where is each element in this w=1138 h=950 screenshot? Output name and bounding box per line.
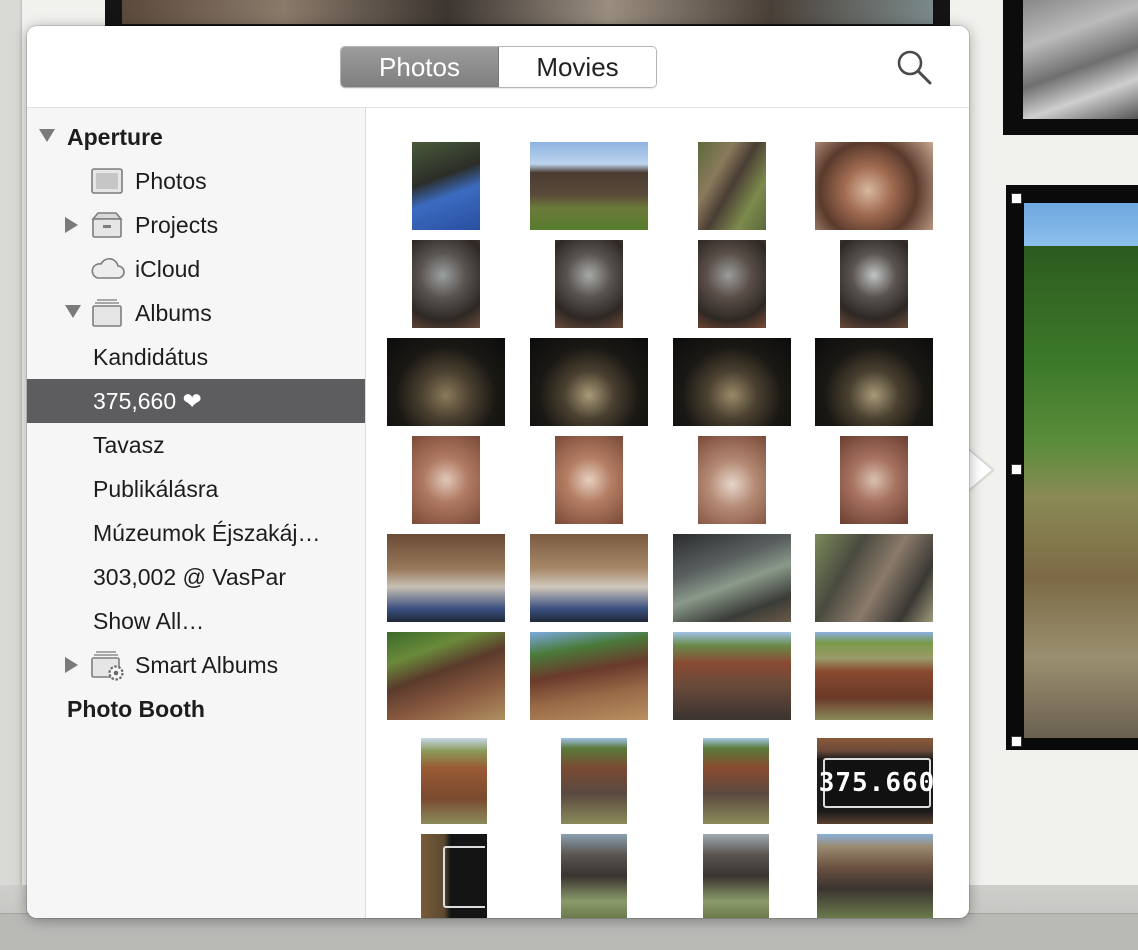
projects-box-icon	[90, 210, 124, 240]
sidebar-section-photo-booth[interactable]: Photo Booth	[27, 687, 365, 731]
photo-thumbnail[interactable]	[815, 142, 933, 230]
photo-thumbnail[interactable]	[840, 436, 908, 524]
photo-thumbnail[interactable]	[698, 142, 766, 230]
resize-handle-middle-left[interactable]	[1011, 464, 1022, 475]
disclosure-collapsed-icon[interactable]	[65, 217, 81, 233]
photo-thumbnail[interactable]	[530, 142, 648, 230]
photo-thumbnail[interactable]	[387, 534, 505, 622]
photo-thumbnail[interactable]	[815, 632, 933, 720]
photo-thumbnail[interactable]	[555, 240, 623, 328]
resize-handle-top-left[interactable]	[1011, 193, 1022, 204]
sidebar-item-label: Photos	[135, 167, 207, 194]
photos-library-icon	[90, 166, 124, 196]
sidebar-item-album[interactable]: Publikálásra	[27, 467, 365, 511]
disclosure-collapsed-icon[interactable]	[65, 657, 81, 673]
photo-thumbnail[interactable]	[387, 632, 505, 720]
popover-arrow	[966, 448, 992, 492]
source-list: Aperture Photos Projects iCloud Albums K…	[27, 108, 366, 918]
search-icon[interactable]	[895, 48, 933, 86]
sidebar-item-album[interactable]: 303,002 @ VasPar	[27, 555, 365, 599]
sidebar-section-label: Aperture	[67, 123, 163, 150]
popover-header: Photos Movies	[27, 26, 969, 108]
sidebar-item-smart-albums[interactable]: Smart Albums	[27, 643, 365, 687]
sidebar-item-label: Projects	[135, 211, 219, 238]
sidebar-item-label: Albums	[135, 299, 212, 326]
plate-number-text: 375.660	[818, 768, 936, 798]
sidebar-item-album[interactable]: Kandidátus	[27, 335, 365, 379]
photo-thumbnail[interactable]	[421, 738, 487, 824]
sidebar-item-album[interactable]: Tavasz	[27, 423, 365, 467]
photo-thumbnail[interactable]: 375.660	[817, 738, 936, 824]
photo-thumbnail[interactable]	[698, 436, 766, 524]
photo-thumbnail[interactable]	[530, 534, 648, 622]
photo-thumbnail[interactable]	[421, 834, 487, 918]
sidebar-item-show-all[interactable]: Show All…	[27, 599, 365, 643]
disclosure-expanded-icon[interactable]	[65, 305, 81, 321]
media-browser-popover: Photos Movies Aperture Photos Projects i…	[27, 26, 969, 918]
photo-thumbnail[interactable]	[815, 534, 933, 622]
sidebar-item-label: Smart Albums	[135, 651, 279, 678]
photo-thumbnail[interactable]	[530, 632, 648, 720]
sidebar-item-label: Tavasz	[93, 431, 165, 458]
sidebar-item-label: 303,002 @ VasPar	[93, 563, 286, 590]
photo-thumbnail[interactable]	[561, 738, 627, 824]
sidebar-item-albums[interactable]: Albums	[27, 291, 365, 335]
photo-thumbnail[interactable]	[698, 240, 766, 328]
photo-thumbnail[interactable]	[412, 142, 480, 230]
photo-thumbnail[interactable]	[387, 338, 505, 426]
photo-thumbnail[interactable]	[561, 834, 627, 918]
smart-albums-gear-icon	[90, 649, 124, 681]
sidebar-item-projects[interactable]: Projects	[27, 203, 365, 247]
page-photo-right-top[interactable]	[1003, 0, 1138, 135]
media-type-segmented-control: Photos Movies	[340, 46, 657, 88]
photo-thumbnail[interactable]	[412, 436, 480, 524]
sidebar-item-label: Múzeumok Éjszakáj…	[93, 519, 321, 546]
photo-thumbnail[interactable]	[673, 632, 791, 720]
disclosure-expanded-icon[interactable]	[39, 129, 55, 145]
photo-thumbnail[interactable]	[673, 338, 791, 426]
photo-thumbnail[interactable]	[673, 534, 791, 622]
sidebar-item-photos[interactable]: Photos	[27, 159, 365, 203]
sidebar-item-label: 375,660 ❤	[93, 387, 202, 414]
sidebar-item-album[interactable]: Múzeumok Éjszakáj…	[27, 511, 365, 555]
movies-tab[interactable]: Movies	[499, 47, 656, 87]
photo-thumbnail[interactable]	[530, 338, 648, 426]
photo-thumbnail[interactable]	[815, 338, 933, 426]
sidebar-section-aperture[interactable]: Aperture	[27, 115, 365, 159]
sidebar-item-label: Publikálásra	[93, 475, 219, 502]
cloud-icon	[90, 254, 125, 284]
albums-stack-icon	[90, 298, 124, 328]
photo-thumbnail[interactable]	[555, 436, 623, 524]
page-photo-selected[interactable]	[1006, 185, 1138, 750]
photo-thumbnail[interactable]	[840, 240, 908, 328]
sidebar-item-label: Show All…	[93, 607, 205, 634]
photo-grid: 375.660	[367, 108, 969, 918]
photo-thumbnail[interactable]	[817, 834, 933, 918]
resize-handle-bottom-left[interactable]	[1011, 736, 1022, 747]
sidebar-item-label: Kandidátus	[93, 343, 209, 370]
photo-thumbnail[interactable]	[703, 834, 769, 918]
photos-tab[interactable]: Photos	[341, 47, 499, 87]
photo-thumbnail[interactable]	[703, 738, 769, 824]
sidebar-item-icloud[interactable]: iCloud	[27, 247, 365, 291]
sidebar-item-album-selected[interactable]: 375,660 ❤	[27, 379, 365, 423]
photo-thumbnail[interactable]	[412, 240, 480, 328]
page-photo-top[interactable]	[105, 0, 950, 28]
sidebar-section-label: Photo Booth	[67, 695, 205, 722]
sidebar-item-label: iCloud	[135, 255, 201, 282]
